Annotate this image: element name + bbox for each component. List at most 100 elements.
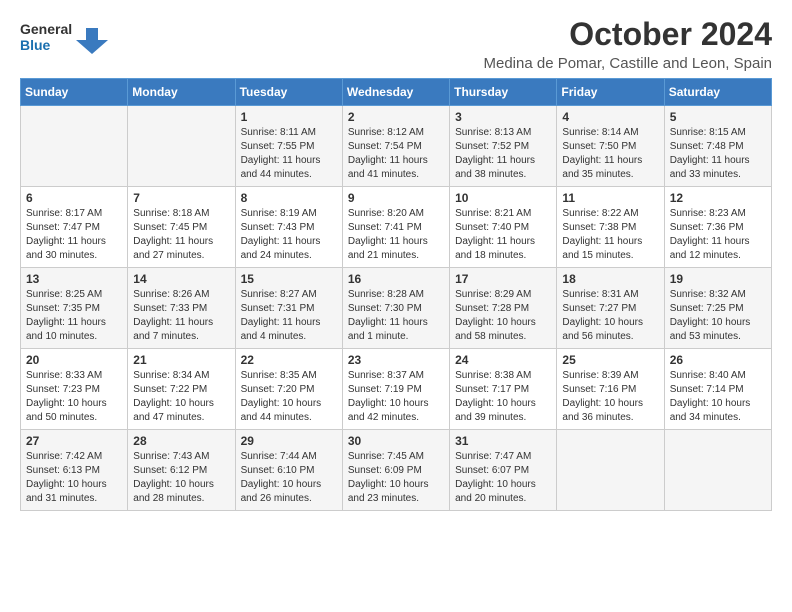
day-info: Sunrise: 8:37 AM Sunset: 7:19 PM Dayligh… [348,369,444,425]
day-info: Sunrise: 8:40 AM Sunset: 7:14 PM Dayligh… [670,369,766,425]
day-number: 22 [241,353,337,367]
day-number: 20 [26,353,122,367]
day-number: 19 [670,272,766,286]
weekday-header-tuesday: Tuesday [235,79,342,106]
calendar-cell: 9Sunrise: 8:20 AM Sunset: 7:41 PM Daylig… [342,187,449,268]
day-info: Sunrise: 8:38 AM Sunset: 7:17 PM Dayligh… [455,369,551,425]
day-number: 2 [348,110,444,124]
calendar-cell: 12 Sunrise: 8:23 AM Sunset: 7:36 PM Dayli… [664,187,771,268]
day-info: Sunrise: 8:15 AM Sunset: 7:48 PM Dayligh… [670,126,766,182]
calendar-cell: 28 Sunrise: 7:43 AM Sunset: 6:12 PM Dayli… [128,430,235,511]
day-number: 16 [348,272,444,286]
day-info: Sunrise: 8:19 AM Sunset: 7:43 PM Dayligh… [241,207,337,263]
day-number: 15 [241,272,337,286]
calendar-cell: 8 Sunrise: 8:19 AM Sunset: 7:43 PM Daylig… [235,187,342,268]
day-number: 3 [455,110,551,124]
calendar-cell: 6 Sunrise: 8:17 AM Sunset: 7:47 PM Daylig… [21,187,128,268]
day-number: 30 [348,434,444,448]
calendar-cell: 16Sunrise: 8:28 AM Sunset: 7:30 PM Dayli… [342,268,449,349]
calendar-cell: 11Sunrise: 8:22 AM Sunset: 7:38 PM Dayli… [557,187,664,268]
day-number: 11 [562,191,658,205]
day-number: 12 [670,191,766,205]
calendar-table: SundayMondayTuesdayWednesdayThursdayFrid… [20,78,772,511]
weekday-header-sunday: Sunday [21,79,128,106]
day-info: Sunrise: 8:12 AM Sunset: 7:54 PM Dayligh… [348,126,444,182]
day-number: 8 [241,191,337,205]
logo: General Blue [20,16,110,63]
day-info: Sunrise: 8:11 AM Sunset: 7:55 PM Dayligh… [241,126,337,182]
day-info: Sunrise: 8:20 AM Sunset: 7:41 PM Dayligh… [348,207,444,263]
day-number: 1 [241,110,337,124]
day-info: Sunrise: 8:29 AM Sunset: 7:28 PM Dayligh… [455,288,551,344]
week-row-4: 20 Sunrise: 8:33 AM Sunset: 7:23 PM Dayli… [21,349,772,430]
day-info: Sunrise: 8:18 AM Sunset: 7:45 PM Dayligh… [133,207,229,263]
calendar-cell: 4 Sunrise: 8:14 AM Sunset: 7:50 PM Daylig… [557,106,664,187]
day-number: 29 [241,434,337,448]
calendar-cell: 3 Sunrise: 8:13 AM Sunset: 7:52 PM Daylig… [450,106,557,187]
calendar-cell: 22 Sunrise: 8:35 AM Sunset: 7:20 PM Dayli… [235,349,342,430]
calendar-cell: 26 Sunrise: 8:40 AM Sunset: 7:14 PM Dayli… [664,349,771,430]
day-info: Sunrise: 8:35 AM Sunset: 7:20 PM Dayligh… [241,369,337,425]
day-info: Sunrise: 8:21 AM Sunset: 7:40 PM Dayligh… [455,207,551,263]
day-info: Sunrise: 8:26 AM Sunset: 7:33 PM Dayligh… [133,288,229,344]
calendar-cell: 21 Sunrise: 8:34 AM Sunset: 7:22 PM Dayli… [128,349,235,430]
svg-text:Blue: Blue [20,37,51,53]
week-row-2: 6 Sunrise: 8:17 AM Sunset: 7:47 PM Daylig… [21,187,772,268]
day-number: 7 [133,191,229,205]
day-info: Sunrise: 7:43 AM Sunset: 6:12 PM Dayligh… [133,450,229,506]
week-row-5: 27Sunrise: 7:42 AM Sunset: 6:13 PM Dayli… [21,430,772,511]
weekday-header-monday: Monday [128,79,235,106]
day-info: Sunrise: 8:34 AM Sunset: 7:22 PM Dayligh… [133,369,229,425]
day-number: 5 [670,110,766,124]
title-area: October 2024 Medina de Pomar, Castille a… [483,16,772,72]
calendar-cell: 31 Sunrise: 7:47 AM Sunset: 6:07 PM Dayli… [450,430,557,511]
day-number: 21 [133,353,229,367]
calendar-cell: 10Sunrise: 8:21 AM Sunset: 7:40 PM Dayli… [450,187,557,268]
day-info: Sunrise: 8:23 AM Sunset: 7:36 PM Dayligh… [670,207,766,263]
calendar-cell: 7 Sunrise: 8:18 AM Sunset: 7:45 PM Daylig… [128,187,235,268]
day-info: Sunrise: 7:44 AM Sunset: 6:10 PM Dayligh… [241,450,337,506]
day-number: 28 [133,434,229,448]
day-info: Sunrise: 7:45 AM Sunset: 6:09 PM Dayligh… [348,450,444,506]
calendar-cell: 29 Sunrise: 7:44 AM Sunset: 6:10 PM Dayli… [235,430,342,511]
header: General Blue October 2024 Medina de Poma… [20,16,772,72]
day-info: Sunrise: 8:32 AM Sunset: 7:25 PM Dayligh… [670,288,766,344]
day-number: 27 [26,434,122,448]
calendar-cell [557,430,664,511]
calendar-cell: 23Sunrise: 8:37 AM Sunset: 7:19 PM Dayli… [342,349,449,430]
day-info: Sunrise: 8:17 AM Sunset: 7:47 PM Dayligh… [26,207,122,263]
day-info: Sunrise: 8:33 AM Sunset: 7:23 PM Dayligh… [26,369,122,425]
calendar-cell: 25Sunrise: 8:39 AM Sunset: 7:16 PM Dayli… [557,349,664,430]
day-number: 31 [455,434,551,448]
day-info: Sunrise: 8:14 AM Sunset: 7:50 PM Dayligh… [562,126,658,182]
calendar-cell: 17Sunrise: 8:29 AM Sunset: 7:28 PM Dayli… [450,268,557,349]
calendar-cell: 30 Sunrise: 7:45 AM Sunset: 6:09 PM Dayli… [342,430,449,511]
calendar-cell [21,106,128,187]
calendar-cell: 27Sunrise: 7:42 AM Sunset: 6:13 PM Dayli… [21,430,128,511]
svg-text:General: General [20,21,72,37]
day-number: 14 [133,272,229,286]
day-number: 6 [26,191,122,205]
calendar-cell: 14 Sunrise: 8:26 AM Sunset: 7:33 PM Dayli… [128,268,235,349]
calendar-cell [664,430,771,511]
day-number: 26 [670,353,766,367]
weekday-header-thursday: Thursday [450,79,557,106]
main-title: October 2024 [483,16,772,53]
calendar-cell: 2 Sunrise: 8:12 AM Sunset: 7:54 PM Daylig… [342,106,449,187]
calendar-cell [128,106,235,187]
day-info: Sunrise: 8:31 AM Sunset: 7:27 PM Dayligh… [562,288,658,344]
subtitle: Medina de Pomar, Castille and Leon, Spai… [483,55,772,72]
day-number: 18 [562,272,658,286]
day-info: Sunrise: 8:25 AM Sunset: 7:35 PM Dayligh… [26,288,122,344]
day-info: Sunrise: 8:13 AM Sunset: 7:52 PM Dayligh… [455,126,551,182]
day-number: 25 [562,353,658,367]
calendar-cell: 5 Sunrise: 8:15 AM Sunset: 7:48 PM Daylig… [664,106,771,187]
day-number: 24 [455,353,551,367]
logo-text: General Blue [20,16,110,63]
weekday-header-saturday: Saturday [664,79,771,106]
day-info: Sunrise: 7:47 AM Sunset: 6:07 PM Dayligh… [455,450,551,506]
day-number: 13 [26,272,122,286]
week-row-1: 1 Sunrise: 8:11 AM Sunset: 7:55 PM Daylig… [21,106,772,187]
calendar-cell: 24 Sunrise: 8:38 AM Sunset: 7:17 PM Dayli… [450,349,557,430]
day-number: 4 [562,110,658,124]
